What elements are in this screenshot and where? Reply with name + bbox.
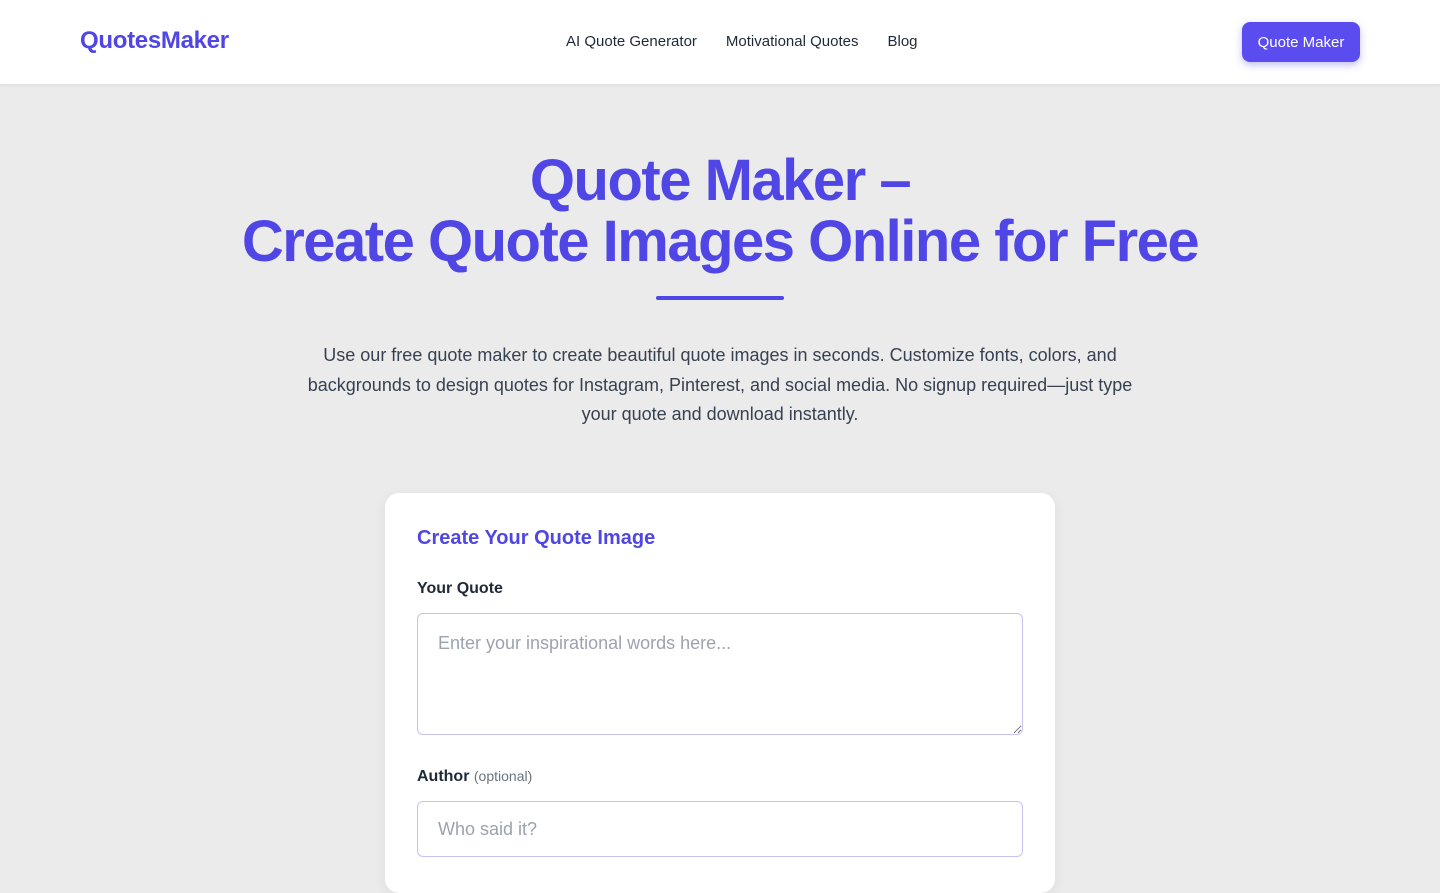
nav-blog[interactable]: Blog — [887, 33, 917, 50]
author-label-text: Author — [417, 768, 470, 785]
form-title: Create Your Quote Image — [417, 527, 656, 549]
logo[interactable]: QuotesMaker — [80, 27, 229, 55]
author-input[interactable] — [417, 801, 1023, 857]
hero-title-line-1: Quote Maker – — [529, 148, 912, 213]
hero-title-line-2: Create Quote Images Online for Free — [241, 209, 1200, 274]
nav-ai-quote-generator[interactable]: AI Quote Generator — [566, 33, 697, 50]
hero-title: Quote Maker – Create Quote Images Online… — [0, 150, 1440, 272]
title-divider — [656, 296, 784, 300]
quote-form-card: Create Your Quote Image Your Quote Autho… — [385, 493, 1055, 893]
site-header: QuotesMaker AI Quote Generator Motivatio… — [0, 0, 1440, 85]
quote-label: Your Quote — [417, 580, 503, 598]
hero-intro: Use our free quote maker to create beaut… — [307, 345, 1133, 424]
quote-maker-button[interactable]: Quote Maker — [1242, 22, 1360, 62]
author-label: Author (optional) — [417, 768, 532, 786]
nav-motivational-quotes[interactable]: Motivational Quotes — [726, 33, 859, 50]
main-nav: AI Quote Generator Motivational Quotes B… — [566, 33, 918, 50]
quote-textarea[interactable] — [417, 613, 1023, 735]
author-optional-hint: (optional) — [473, 768, 533, 784]
quote-label-text: Your Quote — [417, 580, 503, 597]
